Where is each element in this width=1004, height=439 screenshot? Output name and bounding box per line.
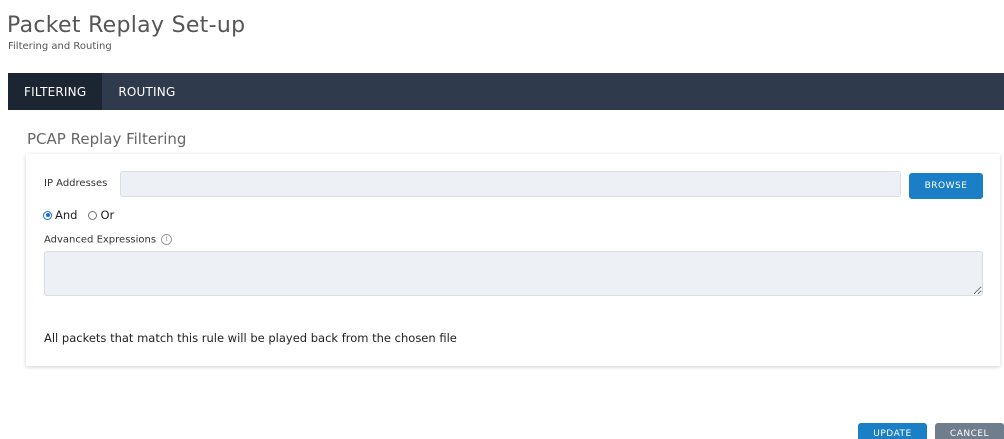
or-radio-label[interactable]: Or (100, 208, 114, 222)
advanced-expressions-textarea[interactable] (44, 251, 983, 296)
filtering-card: IP Addresses BROWSE And Or Advanced Expr… (26, 154, 1000, 366)
cancel-button[interactable]: CANCEL (935, 423, 1004, 439)
browse-button[interactable]: BROWSE (909, 173, 983, 199)
page-subtitle: Filtering and Routing (8, 41, 112, 52)
section-title: PCAP Replay Filtering (27, 130, 187, 148)
tab-filtering[interactable]: FILTERING (8, 73, 103, 110)
packet-replay-setup-page: Packet Replay Set-up Filtering and Routi… (0, 0, 1004, 439)
tab-routing[interactable]: ROUTING (102, 73, 191, 110)
ip-addresses-label: IP Addresses (44, 178, 108, 189)
logic-radio-group: And Or (43, 208, 125, 222)
update-button[interactable]: UPDATE (858, 423, 927, 439)
and-radio-label[interactable]: And (55, 208, 77, 222)
tab-bar: FILTERING ROUTING (8, 73, 1004, 110)
info-icon[interactable]: i (161, 234, 173, 245)
advanced-expressions-label-row: Advanced Expressions i (44, 234, 173, 246)
ip-addresses-input[interactable] (120, 171, 901, 197)
filter-note: All packets that match this rule will be… (44, 331, 457, 345)
advanced-expressions-label: Advanced Expressions (44, 234, 157, 246)
page-title: Packet Replay Set-up (7, 13, 246, 38)
or-radio[interactable] (88, 210, 98, 220)
and-radio[interactable] (43, 210, 52, 220)
